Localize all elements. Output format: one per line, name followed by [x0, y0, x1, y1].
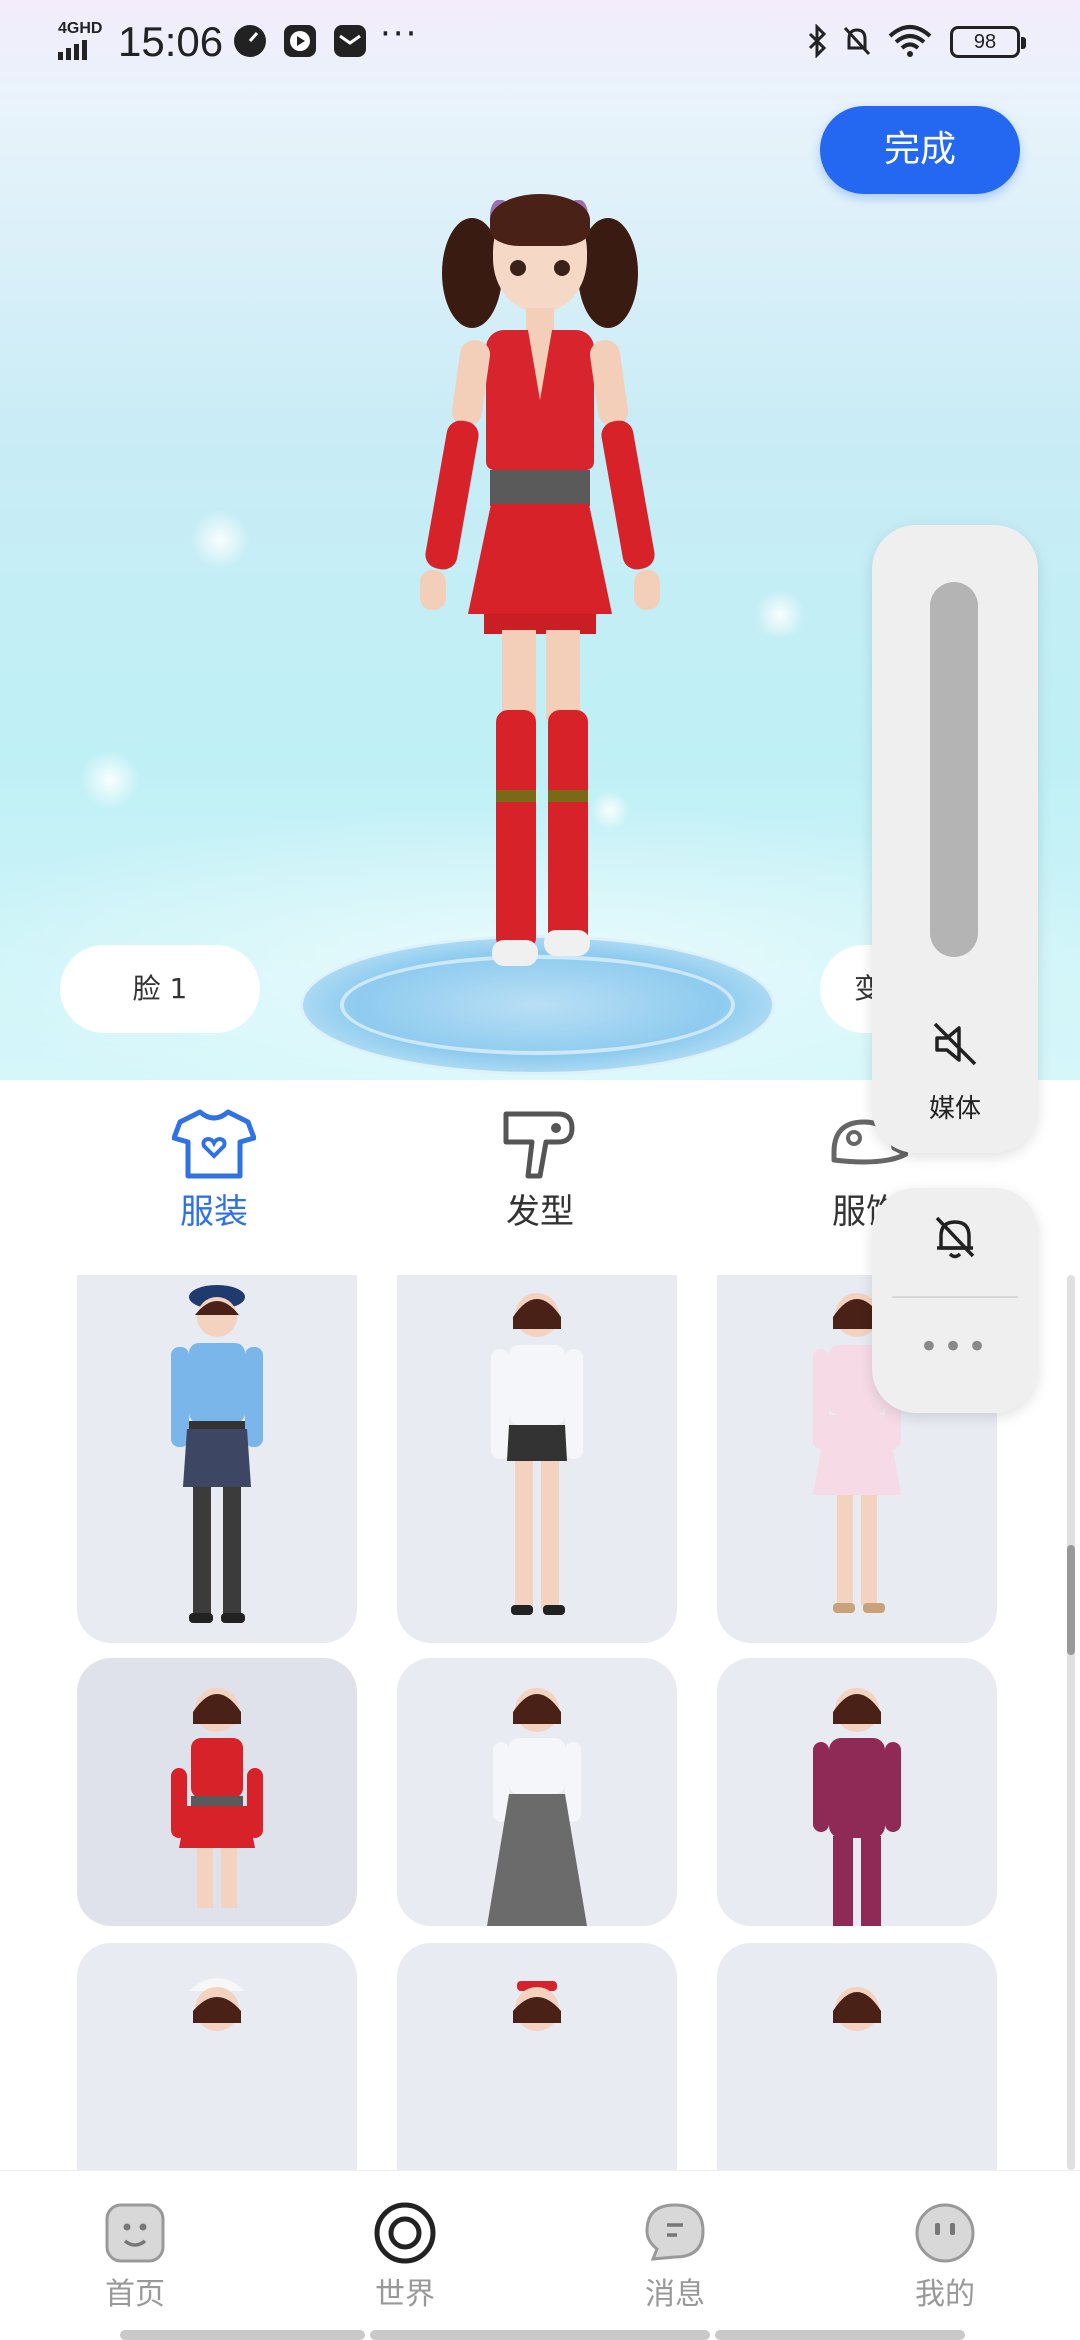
wifi-icon [888, 25, 932, 57]
volume-more-button[interactable]: ••• [872, 1330, 1038, 1364]
play-icon [284, 25, 316, 57]
profile-face-icon [915, 2203, 975, 2263]
mail-icon [334, 25, 366, 57]
nav-home[interactable]: 首页 [55, 2201, 215, 2313]
gesture-bar [120, 2330, 365, 2340]
done-button[interactable]: 完成 [820, 106, 1020, 194]
outfit-preview [171, 1285, 263, 1623]
hair-dryer-icon [503, 1111, 575, 1179]
bell-off-icon [843, 26, 871, 56]
tab-label: 服装 [180, 1192, 248, 1232]
nav-profile[interactable]: 我的 [865, 2201, 1025, 2313]
status-more: ··· [380, 14, 419, 54]
bell-off-icon[interactable] [929, 1212, 981, 1264]
outfit-preview [833, 1987, 881, 2031]
outfit-card-selected[interactable] [77, 1658, 357, 1926]
outfit-card[interactable] [397, 1943, 677, 2170]
media-volume-slider[interactable] [930, 582, 978, 957]
outfit-card[interactable] [717, 1943, 997, 2170]
tab-label: 发型 [506, 1192, 574, 1232]
network-type: 4GHD [58, 20, 103, 37]
outfit-card[interactable] [717, 1658, 997, 1926]
sparkle [190, 510, 250, 570]
sparkle [755, 590, 805, 640]
speed-icon [234, 25, 266, 57]
nav-label: 我的 [915, 2277, 975, 2312]
status-bar: 4GHD 15:06 ··· 98 [0, 0, 1080, 84]
outfit-preview [487, 1688, 587, 1926]
outfit-card[interactable] [397, 1658, 677, 1926]
grid-scrollbar-track[interactable] [1067, 1275, 1075, 2170]
bluetooth-icon [808, 24, 827, 58]
battery-indicator: 98 [950, 26, 1026, 58]
outfit-preview [491, 1293, 583, 1615]
avatar-character[interactable] [410, 190, 670, 1020]
tshirt-icon [172, 1109, 256, 1179]
bottom-nav: 首页 世界 消息 我的 [0, 2170, 1080, 2340]
outfit-card[interactable] [77, 1275, 357, 1643]
outfit-preview [513, 1981, 561, 2031]
gesture-bar [370, 2330, 710, 2340]
nav-label: 消息 [645, 2277, 705, 2312]
message-icon [645, 2203, 705, 2261]
nav-world[interactable]: 世界 [325, 2201, 485, 2313]
home-face-icon [105, 2203, 165, 2263]
gesture-bar [715, 2330, 965, 2340]
nav-label: 世界 [375, 2277, 435, 2312]
outfit-preview [189, 1978, 245, 2031]
divider [892, 1296, 1018, 1298]
world-icon [374, 2202, 436, 2264]
speaker-mute-icon[interactable] [929, 1018, 981, 1070]
outfit-preview [813, 1688, 901, 1926]
signal-icon [58, 40, 87, 60]
tab-hairstyle[interactable]: 发型 [460, 1108, 620, 1258]
face-selector-button[interactable]: 脸 1 [60, 945, 260, 1033]
outfit-card[interactable] [397, 1275, 677, 1643]
grid-scrollbar-thumb[interactable] [1067, 1545, 1075, 1655]
outfit-card[interactable] [77, 1943, 357, 2170]
nav-messages[interactable]: 消息 [595, 2201, 755, 2313]
media-volume-label: 媒体 [928, 1094, 981, 1124]
tab-clothing[interactable]: 服装 [134, 1108, 294, 1258]
sparkle [80, 750, 140, 810]
outfit-preview [171, 1688, 263, 1908]
nav-label: 首页 [105, 2277, 165, 2312]
status-time: 15:06 [118, 18, 224, 65]
